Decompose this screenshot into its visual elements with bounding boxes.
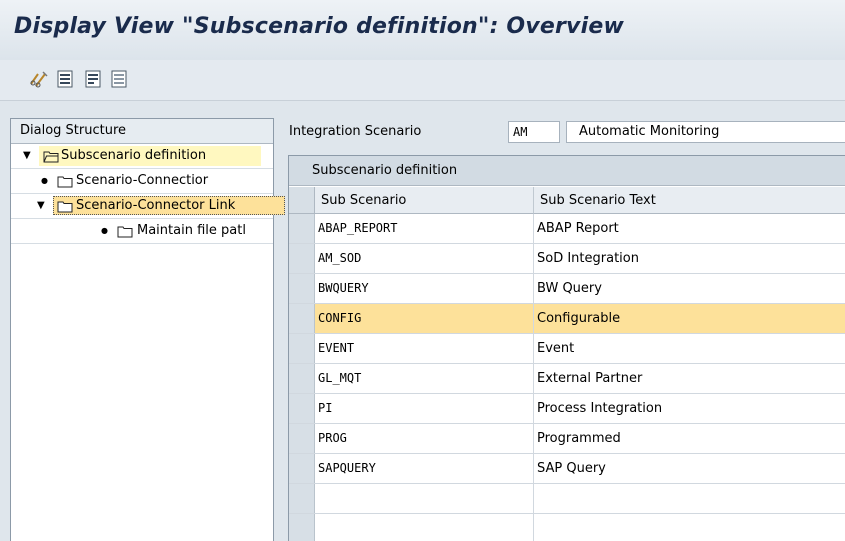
table-row[interactable]: GL_MQT External Partner bbox=[289, 364, 845, 394]
select-all-rows-button[interactable] bbox=[289, 187, 315, 214]
table-row-empty[interactable] bbox=[289, 514, 845, 541]
sub-scenario-text-cell[interactable]: Process Integration bbox=[534, 394, 845, 423]
leaf-bullet-icon: ● bbox=[41, 176, 48, 185]
table-row-empty[interactable] bbox=[289, 484, 845, 514]
row-selector[interactable] bbox=[289, 394, 315, 423]
column-header-sub-scenario[interactable]: Sub Scenario bbox=[315, 187, 534, 214]
sub-scenario-cell[interactable] bbox=[315, 514, 534, 541]
expand-arrow-icon[interactable]: ▼ bbox=[37, 195, 45, 217]
sub-scenario-cell[interactable]: EVENT bbox=[315, 334, 534, 363]
sub-scenario-text-cell[interactable]: SAP Query bbox=[534, 454, 845, 483]
table-row[interactable]: SAPQUERY SAP Query bbox=[289, 454, 845, 484]
edit-glasses-icon[interactable] bbox=[28, 68, 50, 90]
tree-node-scenario-connection[interactable]: ● Scenario-Connectior bbox=[11, 170, 273, 192]
row-selector[interactable] bbox=[289, 424, 315, 453]
integration-scenario-label: Integration Scenario bbox=[289, 124, 422, 139]
folder-icon bbox=[57, 176, 73, 188]
table-row[interactable]: ABAP_REPORT ABAP Report bbox=[289, 214, 845, 244]
sub-scenario-cell[interactable]: BWQUERY bbox=[315, 274, 534, 303]
sub-scenario-text-cell[interactable]: Event bbox=[534, 334, 845, 363]
sub-scenario-text-cell[interactable]: ABAP Report bbox=[534, 214, 845, 243]
tree-node-maintain-file-path[interactable]: ● Maintain file patl bbox=[11, 220, 273, 242]
row-selector[interactable] bbox=[289, 274, 315, 303]
sub-scenario-cell[interactable]: PROG bbox=[315, 424, 534, 453]
expand-arrow-icon[interactable]: ▼ bbox=[23, 145, 31, 167]
folder-icon bbox=[117, 226, 133, 238]
sub-scenario-cell[interactable]: PI bbox=[315, 394, 534, 423]
sub-scenario-cell[interactable]: ABAP_REPORT bbox=[315, 214, 534, 243]
row-selector[interactable] bbox=[289, 484, 315, 513]
deselect-all-icon[interactable] bbox=[108, 68, 130, 90]
sub-scenario-cell[interactable] bbox=[315, 484, 534, 513]
table-row[interactable]: PROG Programmed bbox=[289, 424, 845, 454]
sub-scenario-text-cell[interactable]: Configurable bbox=[534, 304, 845, 333]
tree-node-scenario-connector-link[interactable]: ▼ Scenario-Connector Link bbox=[11, 195, 285, 217]
tree-label: Subscenario definition bbox=[61, 148, 207, 163]
sub-scenario-text-cell[interactable] bbox=[534, 484, 845, 513]
select-block-icon[interactable] bbox=[82, 68, 104, 90]
sub-scenario-text-cell[interactable]: SoD Integration bbox=[534, 244, 845, 273]
dialog-structure-header: Dialog Structure bbox=[11, 119, 273, 144]
table-row[interactable]: EVENT Event bbox=[289, 334, 845, 364]
sub-scenario-text-cell[interactable]: External Partner bbox=[534, 364, 845, 393]
sub-scenario-cell[interactable]: CONFIG bbox=[315, 304, 534, 333]
dialog-structure-panel: Dialog Structure ▼ Subscenario definitio… bbox=[10, 118, 285, 541]
sub-scenario-text-cell[interactable] bbox=[534, 514, 845, 541]
toolbar bbox=[0, 60, 845, 101]
sub-scenario-cell[interactable]: AM_SOD bbox=[315, 244, 534, 273]
title-bar: Display View "Subscenario definition": O… bbox=[0, 0, 845, 61]
tree-label: Maintain file patl bbox=[137, 223, 246, 238]
row-selector[interactable] bbox=[289, 304, 315, 333]
row-selector[interactable] bbox=[289, 214, 315, 243]
sub-scenario-text-cell[interactable]: BW Query bbox=[534, 274, 845, 303]
select-all-icon[interactable] bbox=[54, 68, 76, 90]
row-selector[interactable] bbox=[289, 454, 315, 483]
folder-icon bbox=[57, 201, 73, 213]
integration-scenario-text-field: Automatic Monitoring bbox=[566, 121, 845, 143]
sub-scenario-cell[interactable]: GL_MQT bbox=[315, 364, 534, 393]
table-row-selected[interactable]: CONFIG Configurable bbox=[289, 304, 845, 334]
open-folder-icon bbox=[43, 151, 59, 163]
tree-node-subscenario-definition[interactable]: ▼ Subscenario definition bbox=[11, 145, 273, 167]
table-row[interactable]: BWQUERY BW Query bbox=[289, 274, 845, 304]
row-selector[interactable] bbox=[289, 514, 315, 541]
window-title: Display View "Subscenario definition": O… bbox=[14, 14, 624, 39]
row-selector[interactable] bbox=[289, 364, 315, 393]
tree-label: Scenario-Connectior bbox=[76, 173, 209, 188]
table-row[interactable]: PI Process Integration bbox=[289, 394, 845, 424]
integration-scenario-code-field[interactable]: AM bbox=[508, 121, 560, 143]
table-title: Subscenario definition bbox=[289, 156, 845, 186]
sub-scenario-text-cell[interactable]: Programmed bbox=[534, 424, 845, 453]
leaf-bullet-icon: ● bbox=[101, 226, 108, 235]
table-row[interactable]: AM_SOD SoD Integration bbox=[289, 244, 845, 274]
row-selector[interactable] bbox=[289, 334, 315, 363]
column-header-sub-scenario-text[interactable]: Sub Scenario Text bbox=[534, 187, 845, 214]
tree-label: Scenario-Connector Link bbox=[76, 198, 236, 213]
subscenario-table: Subscenario definition Sub Scenario Sub … bbox=[288, 155, 845, 541]
sub-scenario-cell[interactable]: SAPQUERY bbox=[315, 454, 534, 483]
row-selector[interactable] bbox=[289, 244, 315, 273]
